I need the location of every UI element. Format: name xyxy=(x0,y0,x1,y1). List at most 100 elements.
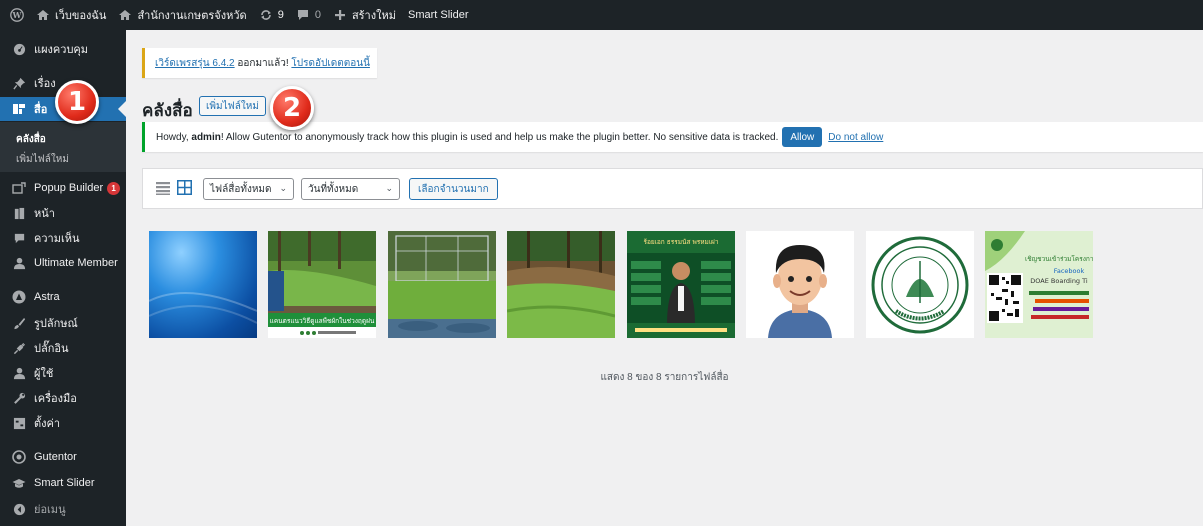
menu-gutentor-label: Gutentor xyxy=(34,451,77,463)
dashboard-gauge-icon xyxy=(12,42,26,56)
current-menu-arrow xyxy=(118,101,126,117)
menu-smart-slider-label: Smart Slider xyxy=(34,477,95,489)
chevron-down-icon: ⌄ xyxy=(279,183,287,193)
menu-tools-label: เครื่องมือ xyxy=(34,393,77,405)
grid-view-icon[interactable] xyxy=(177,180,192,195)
svg-text:W: W xyxy=(12,10,23,20)
menu-ultimate-member[interactable]: Ultimate Member xyxy=(0,252,126,274)
menu-ultimate-member-label: Ultimate Member xyxy=(34,257,118,269)
media-thumbnail[interactable]: แคนตรแนววิธีดูแลพืชผักในช่วงฤดูฝน xyxy=(268,231,376,338)
thumbnail-caption: แคนตรแนววิธีดูแลพืชผักในช่วงฤดูฝน xyxy=(270,317,375,325)
menu-smart-slider[interactable]: Smart Slider xyxy=(0,472,126,494)
menu-comments[interactable]: ความเห็น xyxy=(0,227,126,249)
media-thumbnail[interactable] xyxy=(388,231,496,338)
wordpress-logo-icon: W xyxy=(10,8,24,22)
media-thumbnail[interactable]: ร้อยเอก ธรรมนัส พรหมเผ่า xyxy=(627,231,735,338)
media-type-filter[interactable]: ไฟล์สื่อทั้งหมด ⌄ xyxy=(203,178,294,200)
refresh-icon xyxy=(259,8,273,22)
comments-menu[interactable]: 0 xyxy=(296,8,321,22)
gutentor-notice-text: ! Allow Gutentor to anonymously track ho… xyxy=(220,131,779,143)
menu-pages-label: หน้า xyxy=(34,208,55,220)
smart-slider-bar-link[interactable]: Smart Slider xyxy=(408,9,469,21)
submenu-media-library[interactable]: คลังสื่อ xyxy=(16,132,46,147)
pages-icon xyxy=(12,206,26,220)
collapse-menu-button[interactable]: ย่อเมนู xyxy=(0,498,126,520)
media-thumbnail[interactable] xyxy=(507,231,615,338)
comment-bubble-icon xyxy=(12,231,26,245)
add-new-file-button[interactable]: เพิ่มไฟล์ใหม่ xyxy=(199,96,266,116)
new-content-menu[interactable]: สร้างใหม่ xyxy=(333,6,396,24)
user-icon xyxy=(12,256,26,270)
menu-appearance-label: รูปลักษณ์ xyxy=(34,318,78,330)
menu-plugins[interactable]: ปลั๊กอิน xyxy=(0,337,126,359)
date-filter[interactable]: วันที่ทั้งหมด ⌄ xyxy=(301,178,400,200)
menu-gutentor[interactable]: Gutentor xyxy=(0,446,126,468)
submenu-add-new-file[interactable]: เพิ่มไฟล์ใหม่ xyxy=(16,152,69,167)
menu-popup-builder[interactable]: Popup Builder 1 xyxy=(0,177,126,199)
plug-icon xyxy=(12,341,26,355)
menu-tools[interactable]: เครื่องมือ xyxy=(0,387,126,409)
site-name-menu[interactable]: เว็บของฉัน xyxy=(36,6,106,24)
new-content-label: สร้างใหม่ xyxy=(351,10,396,22)
media-thumbnail[interactable] xyxy=(149,231,257,338)
media-icon xyxy=(12,102,26,116)
wordpress-logo-menu[interactable]: W xyxy=(10,8,24,22)
allow-tracking-button[interactable]: Allow xyxy=(782,127,823,147)
menu-plugins-label: ปลั๊กอิน xyxy=(34,343,69,355)
admin-bar: W เว็บของฉัน สำนักงานเกษตรจังหวัด 9 0 สร… xyxy=(0,0,1203,30)
site-name-label: เว็บของฉัน xyxy=(55,10,107,22)
graduation-cap-icon xyxy=(12,476,26,490)
comments-count: 0 xyxy=(314,9,321,21)
menu-pages[interactable]: หน้า xyxy=(0,202,126,224)
gutentor-logo-icon xyxy=(12,450,26,464)
media-thumbnail[interactable] xyxy=(866,231,974,338)
media-thumbnail[interactable] xyxy=(746,231,854,338)
office-site-menu[interactable]: สำนักงานเกษตรจังหวัด xyxy=(118,6,247,24)
update-notice: เวิร์ดเพรสรุ่น 6.4.2 ออกมาแล้ว! โปรดอัปเ… xyxy=(142,48,377,78)
menu-comments-label: ความเห็น xyxy=(34,233,80,245)
menu-dashboard-label: แผงควบคุม xyxy=(34,44,89,56)
page-title: คลังสื่อ xyxy=(142,101,193,120)
step-marker-2: 2 xyxy=(270,86,314,130)
thumbnail-subtitle: DOAE Boarding Ti xyxy=(1030,277,1088,285)
plus-icon xyxy=(333,8,347,22)
menu-astra[interactable]: Astra xyxy=(0,286,126,308)
comment-bubble-icon xyxy=(296,8,310,22)
chevron-down-icon: ⌄ xyxy=(385,183,393,193)
media-type-filter-value: ไฟล์สื่อทั้งหมด xyxy=(210,183,272,195)
date-filter-value: วันที่ทั้งหมด xyxy=(308,183,359,195)
paintbrush-icon xyxy=(12,316,26,330)
menu-settings[interactable]: ตั้งค่า xyxy=(0,412,126,434)
office-site-label: สำนักงานเกษตรจังหวัด xyxy=(137,10,247,22)
wordpress-version-link[interactable]: เวิร์ดเพรสรุ่น 6.4.2 xyxy=(155,56,235,71)
list-view-icon[interactable] xyxy=(156,181,170,195)
popup-builder-icon xyxy=(12,181,26,195)
media-thumbnail[interactable]: เชิญชวนเข้าร่วมโครงการ Facebook DOAE Boa… xyxy=(985,231,1093,338)
wrench-icon xyxy=(12,391,26,405)
media-toolbar: ไฟล์สื่อทั้งหมด ⌄ วันที่ทั้งหมด ⌄ เลือกจ… xyxy=(142,168,1203,209)
gutentor-notice-user: admin xyxy=(191,131,221,143)
collapse-menu-label: ย่อเมนู xyxy=(34,504,66,516)
popup-builder-badge: 1 xyxy=(107,181,121,195)
updates-menu[interactable]: 9 xyxy=(259,8,284,22)
update-now-link[interactable]: โปรดอัปเดตตอนนี้ xyxy=(291,56,370,71)
pushpin-icon xyxy=(12,76,26,90)
home-icon xyxy=(118,8,132,22)
thumbnail-label: Facebook xyxy=(1054,267,1085,275)
menu-users[interactable]: ผู้ใช้ xyxy=(0,362,126,384)
step-marker-1: 1 xyxy=(55,80,99,124)
menu-media-label: สื่อ xyxy=(34,104,48,116)
menu-appearance[interactable]: รูปลักษณ์ xyxy=(0,312,126,334)
settings-sliders-icon xyxy=(12,416,26,430)
thumbnail-title: เชิญชวนเข้าร่วมโครงการ xyxy=(1025,255,1093,263)
menu-dashboard[interactable]: แผงควบคุม xyxy=(0,38,126,60)
deny-tracking-link[interactable]: Do not allow xyxy=(828,132,883,143)
media-submenu: คลังสื่อ เพิ่มไฟล์ใหม่ xyxy=(0,122,126,172)
gutentor-notice-prefix: Howdy, xyxy=(156,131,192,143)
thumbnail-caption: ร้อยเอก ธรรมนัส พรหมเผ่า xyxy=(643,238,718,246)
smart-slider-bar-label: Smart Slider xyxy=(407,9,469,21)
collapse-arrow-icon xyxy=(12,502,26,516)
menu-astra-label: Astra xyxy=(34,291,60,303)
bulk-select-button[interactable]: เลือกจำนวนมาก xyxy=(409,178,498,200)
menu-users-label: ผู้ใช้ xyxy=(34,368,54,380)
